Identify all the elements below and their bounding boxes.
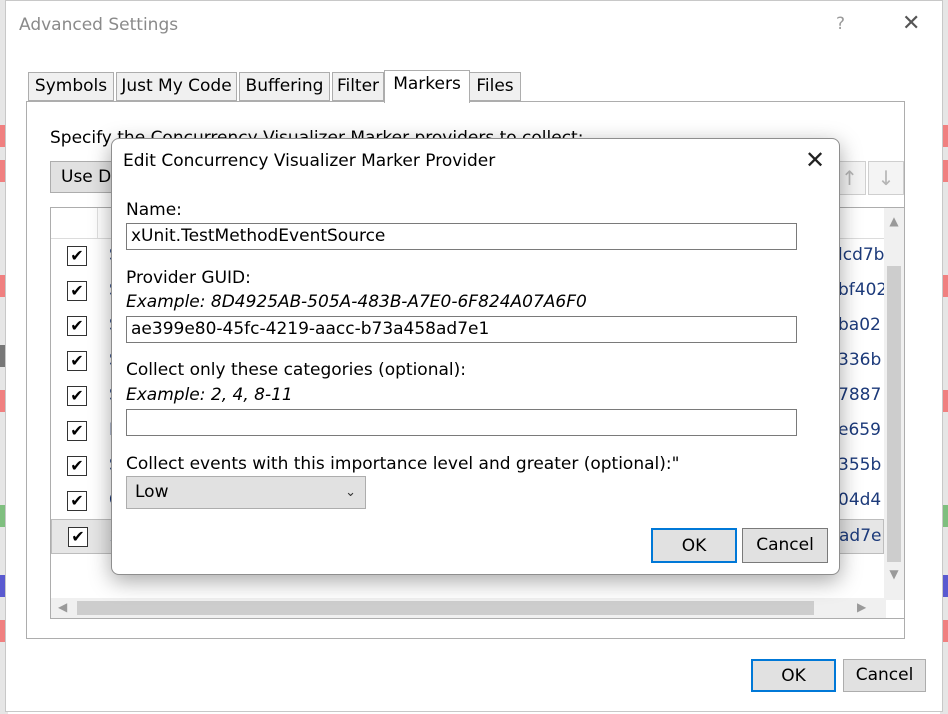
scroll-right-icon[interactable]: ▶ <box>857 600 866 614</box>
vertical-scrollbar[interactable]: ▲ ▼ <box>884 208 904 600</box>
close-icon[interactable]: ✕ <box>902 11 920 36</box>
provider-guid: ad7e <box>839 526 882 546</box>
name-field[interactable]: xUnit.TestMethodEventSource <box>126 223 797 250</box>
provider-checkbox[interactable]: ✔ <box>67 421 87 441</box>
provider-checkbox[interactable]: ✔ <box>67 316 87 336</box>
provider-guid-label: Provider GUID: <box>126 268 251 288</box>
provider-checkbox[interactable]: ✔ <box>68 527 88 547</box>
provider-guid: e659 <box>838 420 881 440</box>
provider-checkbox[interactable]: ✔ <box>67 351 87 371</box>
tab-buffering[interactable]: Buffering <box>239 72 330 101</box>
provider-guid: 355b <box>838 455 882 475</box>
tab-filter[interactable]: Filter <box>332 72 384 101</box>
edit-marker-provider-dialog: Edit Concurrency Visualizer Marker Provi… <box>111 138 840 575</box>
provider-guid: bf402 <box>838 280 888 300</box>
importance-select[interactable]: Low ⌄ <box>126 476 366 509</box>
tab-files[interactable]: Files <box>469 72 521 101</box>
categories-field[interactable] <box>126 409 797 436</box>
importance-label: Collect events with this importance leve… <box>126 454 680 474</box>
cancel-button[interactable]: Cancel <box>843 659 926 692</box>
provider-guid: ba02 <box>838 315 881 335</box>
provider-guid: 336b <box>838 350 882 370</box>
column-separator[interactable] <box>97 208 98 238</box>
chevron-down-icon: ⌄ <box>345 485 356 500</box>
dialog-cancel-button[interactable]: Cancel <box>742 528 828 563</box>
provider-guid-hint: Example: 8D4925AB-505A-483B-A7E0-6F824A0… <box>126 292 587 312</box>
provider-checkbox[interactable]: ✔ <box>67 246 87 266</box>
importance-selected-value: Low <box>135 482 169 502</box>
horizontal-scrollbar[interactable]: ◀ ▶ <box>51 598 886 618</box>
scroll-left-icon[interactable]: ◀ <box>58 600 67 614</box>
scroll-up-icon[interactable]: ▲ <box>884 214 904 228</box>
dialog-ok-button[interactable]: OK <box>651 528 737 563</box>
window-title: Advanced Settings <box>19 15 179 35</box>
provider-guid-field[interactable]: ae399e80-45fc-4219-aacc-b73a458ad7e1 <box>126 316 797 343</box>
scroll-down-icon[interactable]: ▼ <box>884 567 904 581</box>
provider-guid: 7887 <box>838 385 882 405</box>
categories-hint: Example: 2, 4, 8-11 <box>126 385 293 405</box>
provider-checkbox[interactable]: ✔ <box>67 491 87 511</box>
tab-markers[interactable]: Markers <box>384 70 470 103</box>
move-down-icon[interactable]: ↓ <box>868 161 904 195</box>
categories-label: Collect only these categories (optional)… <box>126 360 466 380</box>
dialog-title: Edit Concurrency Visualizer Marker Provi… <box>123 151 496 171</box>
vertical-scroll-thumb[interactable] <box>887 266 901 562</box>
dialog-close-icon[interactable]: ✕ <box>805 146 825 174</box>
provider-checkbox[interactable]: ✔ <box>67 386 87 406</box>
provider-guid: 04d4 <box>838 490 882 510</box>
tab-just-my-code[interactable]: Just My Code <box>116 72 237 101</box>
horizontal-scroll-thumb[interactable] <box>77 601 814 615</box>
ok-button[interactable]: OK <box>751 659 836 692</box>
provider-guid: lcd7b <box>838 245 885 265</box>
provider-checkbox[interactable]: ✔ <box>67 281 87 301</box>
tab-symbols[interactable]: Symbols <box>28 72 114 101</box>
provider-checkbox[interactable]: ✔ <box>67 456 87 476</box>
help-icon[interactable]: ? <box>836 14 845 34</box>
name-label: Name: <box>126 200 182 220</box>
